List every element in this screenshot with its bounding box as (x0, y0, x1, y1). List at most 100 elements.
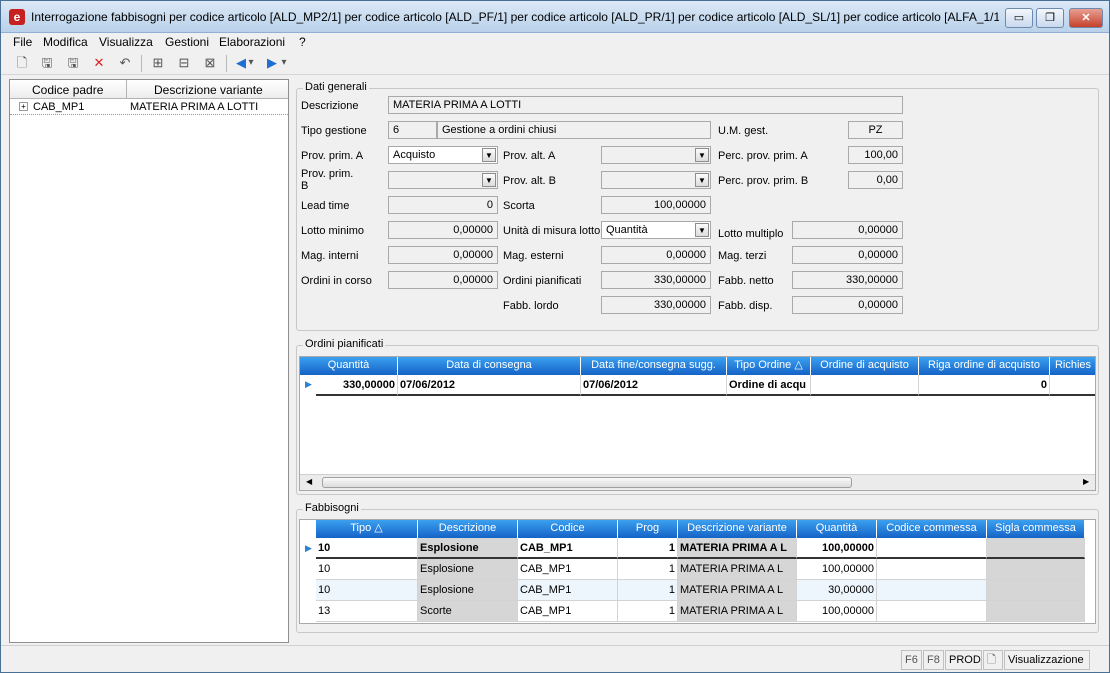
tree-header-descrizione-variante[interactable]: Descrizione variante (154, 83, 263, 97)
scorta-field[interactable]: 100,00000 (601, 196, 711, 214)
fabb-cell-codice[interactable]: CAB_MP1 (518, 559, 618, 580)
save-disabled-icon[interactable]: 🖫 (64, 55, 82, 71)
fabb-cell-descrizione-variante[interactable]: MATERIA PRIMA A L (678, 538, 797, 559)
menu-help[interactable]: ? (299, 35, 306, 49)
fabb-cell-prog[interactable]: 1 (618, 559, 678, 580)
fabb-cell-prog[interactable]: 1 (618, 580, 678, 601)
ordini-col-ordine-acquisto[interactable]: Ordine di acquisto (811, 357, 919, 375)
fabb-cell-codice[interactable]: CAB_MP1 (518, 538, 618, 559)
fabb-cell-sigla-commessa[interactable] (987, 538, 1085, 559)
chevron-down-icon[interactable]: ▼ (482, 173, 496, 187)
fabb-cell-descrizione[interactable]: Esplosione (418, 580, 518, 601)
prev-dropdown-icon[interactable]: ▾ (246, 55, 256, 71)
mag-esterni-field[interactable]: 0,00000 (601, 246, 711, 264)
fabb-col-prog[interactable]: Prog (618, 520, 678, 538)
ordini-col-quantita[interactable]: Quantità (300, 357, 398, 375)
new-document-icon[interactable]: 🗋 (13, 55, 31, 71)
prov-alt-b-select[interactable]: ▼ (601, 171, 711, 189)
fabb-cell-tipo[interactable]: 10 (316, 538, 418, 559)
ordini-col-richies[interactable]: Richies (1050, 357, 1095, 375)
maximize-button[interactable]: ❐ (1036, 8, 1064, 28)
delete-icon[interactable]: ✕ (90, 55, 108, 71)
lead-time-field[interactable]: 0 (388, 196, 498, 214)
perc-prov-prim-b-field[interactable]: 0,00 (848, 171, 903, 189)
fabb-cell-descrizione[interactable]: Scorte (418, 601, 518, 622)
unita-misura-lotto-select[interactable]: Quantità ▼ (601, 221, 711, 239)
lotto-minimo-field[interactable]: 0,00000 (388, 221, 498, 239)
fabb-cell-descrizione-variante[interactable]: MATERIA PRIMA A L (678, 601, 797, 622)
tipo-gestione-code-field[interactable]: 6 (388, 121, 437, 139)
save-icon[interactable]: 🖫 (38, 55, 56, 71)
fabb-cell-quantita[interactable]: 100,00000 (797, 538, 877, 559)
lotto-multiplo-field[interactable]: 0,00000 (792, 221, 903, 239)
chevron-down-icon[interactable]: ▼ (695, 148, 709, 162)
ordini-col-riga-ordine[interactable]: Riga ordine di acquisto (919, 357, 1050, 375)
fabb-cell-quantita[interactable]: 30,00000 (797, 580, 877, 601)
menu-modifica[interactable]: Modifica (43, 35, 88, 49)
fabb-cell-codice-commessa[interactable] (877, 538, 987, 559)
mag-interni-field[interactable]: 0,00000 (388, 246, 498, 264)
fabb-col-descrizione-variante[interactable]: Descrizione variante (678, 520, 797, 538)
fabb-cell-descrizione-variante[interactable]: MATERIA PRIMA A L (678, 559, 797, 580)
ordini-horizontal-scrollbar[interactable]: ◀ ▶ (300, 474, 1095, 490)
descrizione-field[interactable]: MATERIA PRIMA A LOTTI (388, 96, 903, 114)
ordini-col-tipo-ordine[interactable]: Tipo Ordine △ (727, 357, 811, 375)
fabb-col-quantita[interactable]: Quantità (797, 520, 877, 538)
delete-row-icon[interactable]: ⊠ (201, 55, 219, 71)
perc-prov-prim-a-field[interactable]: 100,00 (848, 146, 903, 164)
status-f8[interactable]: F8 (923, 650, 944, 670)
menu-elaborazioni[interactable]: Elaborazioni (219, 35, 285, 49)
menu-gestioni[interactable]: Gestioni (165, 35, 209, 49)
ordini-cell-richies[interactable] (1050, 375, 1095, 396)
fabb-netto-field[interactable]: 330,00000 (792, 271, 903, 289)
fabb-col-tipo[interactable]: Tipo △ (316, 520, 418, 538)
fabb-col-sigla-commessa[interactable]: Sigla commessa (987, 520, 1085, 538)
fabb-col-codice[interactable]: Codice (518, 520, 618, 538)
scroll-right-icon[interactable]: ▶ (1083, 477, 1089, 486)
ordini-cell-data-consegna[interactable]: 07/06/2012 (398, 375, 581, 396)
ordini-col-data-fine[interactable]: Data fine/consegna sugg. (581, 357, 727, 375)
fabb-cell-descrizione[interactable]: Esplosione (418, 538, 518, 559)
scroll-left-icon[interactable]: ◀ (306, 477, 312, 486)
fabb-cell-quantita[interactable]: 100,00000 (797, 601, 877, 622)
chevron-down-icon[interactable]: ▼ (695, 173, 709, 187)
prov-prim-b-select[interactable]: ▼ (388, 171, 498, 189)
fabb-cell-descrizione[interactable]: Esplosione (418, 559, 518, 580)
menu-visualizza[interactable]: Visualizza (99, 35, 153, 49)
fabb-col-codice-commessa[interactable]: Codice commessa (877, 520, 987, 538)
fabb-cell-quantita[interactable]: 100,00000 (797, 559, 877, 580)
ordini-cell-quantita[interactable]: 330,00000 (316, 375, 398, 396)
fabb-disp-field[interactable]: 0,00000 (792, 296, 903, 314)
fabb-cell-descrizione-variante[interactable]: MATERIA PRIMA A L (678, 580, 797, 601)
tree-header-codice-padre[interactable]: Codice padre (32, 83, 103, 97)
ordini-cell-tipo-ordine[interactable]: Ordine di acqu (727, 375, 811, 396)
fabb-cell-codice-commessa[interactable] (877, 601, 987, 622)
menu-file[interactable]: File (13, 35, 32, 49)
fabb-cell-tipo[interactable]: 10 (316, 580, 418, 601)
fabb-cell-sigla-commessa[interactable] (987, 580, 1085, 601)
next-dropdown-icon[interactable]: ▾ (279, 55, 289, 71)
fabb-cell-sigla-commessa[interactable] (987, 601, 1085, 622)
status-f6[interactable]: F6 (901, 650, 922, 670)
scroll-thumb[interactable] (322, 477, 852, 488)
fabb-col-descrizione[interactable]: Descrizione (418, 520, 518, 538)
chevron-down-icon[interactable]: ▼ (482, 148, 496, 162)
add-row-icon[interactable]: ⊞ (149, 55, 167, 71)
minimize-button[interactable]: ▭ (1005, 8, 1033, 28)
fabb-cell-prog[interactable]: 1 (618, 601, 678, 622)
undo-icon[interactable]: ↶ (116, 55, 134, 71)
prov-alt-a-select[interactable]: ▼ (601, 146, 711, 164)
fabb-cell-prog[interactable]: 1 (618, 538, 678, 559)
ordini-col-data-consegna[interactable]: Data di consegna (398, 357, 581, 375)
fabb-cell-codice[interactable]: CAB_MP1 (518, 601, 618, 622)
um-gest-field[interactable]: PZ (848, 121, 903, 139)
mag-terzi-field[interactable]: 0,00000 (792, 246, 903, 264)
ordini-cell-ordine-acquisto[interactable] (811, 375, 919, 396)
ordini-pianificati-field[interactable]: 330,00000 (601, 271, 711, 289)
expand-icon[interactable]: + (19, 102, 28, 111)
fabb-cell-sigla-commessa[interactable] (987, 559, 1085, 580)
fabb-cell-tipo[interactable]: 13 (316, 601, 418, 622)
fabb-cell-codice-commessa[interactable] (877, 580, 987, 601)
close-button[interactable]: ✕ (1069, 8, 1103, 28)
ordini-cell-riga-ordine[interactable]: 0 (919, 375, 1050, 396)
